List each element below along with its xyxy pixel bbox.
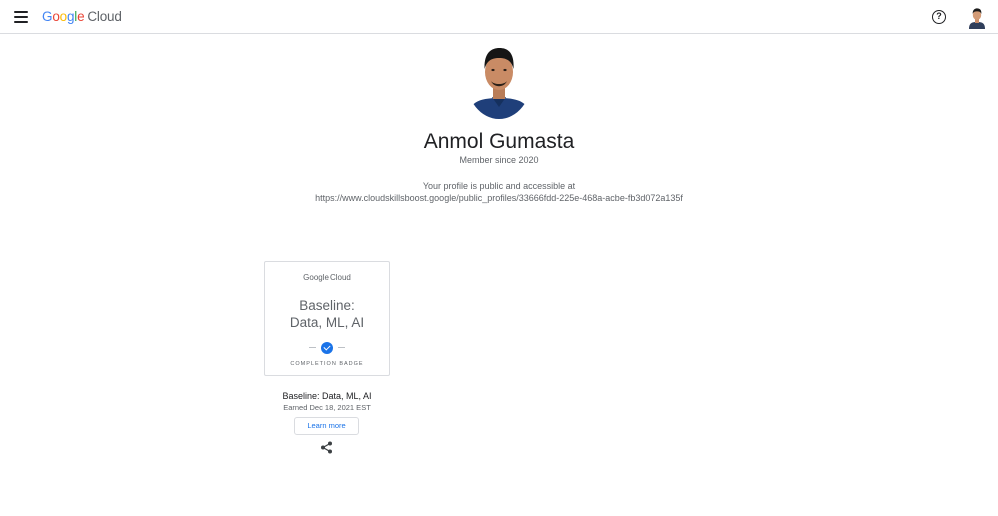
share-glyph <box>321 441 332 454</box>
divider <box>309 347 316 348</box>
top-app-bar: Google Cloud ? <box>0 0 998 34</box>
badge-logo-product: Cloud <box>329 273 351 282</box>
google-cloud-logo[interactable]: Google Cloud <box>42 8 122 25</box>
logo-letter: e <box>77 9 85 24</box>
menu-bar <box>14 11 28 13</box>
member-since: Member since 2020 <box>459 155 539 165</box>
public-profile-url: https://www.cloudskillsboost.google/publ… <box>315 193 683 203</box>
badge-card-logo: GoogleCloud <box>265 273 389 283</box>
logo-letter: o <box>59 9 68 24</box>
public-profile-notice: Your profile is public and accessible at <box>422 181 576 191</box>
check-circle-icon <box>321 342 333 354</box>
menu-bar <box>14 21 28 23</box>
divider <box>338 347 345 348</box>
profile-name: Anmol Gumasta <box>423 130 575 153</box>
avatar-person-icon <box>965 5 989 29</box>
hamburger-menu-icon[interactable] <box>13 9 29 25</box>
logo-letter: G <box>42 9 53 24</box>
badge-card[interactable]: GoogleCloud Baseline: Data, ML, AI COMPL… <box>264 261 390 376</box>
logo-letter: o <box>52 9 60 24</box>
learn-more-button[interactable]: Learn more <box>294 417 359 435</box>
profile-photo <box>466 37 532 119</box>
badge-logo-word: Google <box>303 273 329 282</box>
account-avatar[interactable] <box>965 5 989 29</box>
badge-card-title: Baseline: Data, ML, AI <box>265 297 389 331</box>
logo-product: Cloud <box>87 9 122 24</box>
badge-title-line1: Baseline: <box>299 298 355 313</box>
badge-type-label: COMPLETION BADGE <box>290 361 364 367</box>
badge-earned-date: Earned Dec 18, 2021 EST <box>283 403 371 412</box>
badge-name: Baseline: Data, ML, AI <box>282 391 372 401</box>
help-circle-icon[interactable]: ? <box>932 10 946 24</box>
share-icon[interactable] <box>320 441 333 454</box>
badge-check-row <box>309 342 345 354</box>
badge-title-line2: Data, ML, AI <box>289 315 365 330</box>
profile-person-icon <box>466 37 532 119</box>
menu-bar <box>14 16 28 18</box>
